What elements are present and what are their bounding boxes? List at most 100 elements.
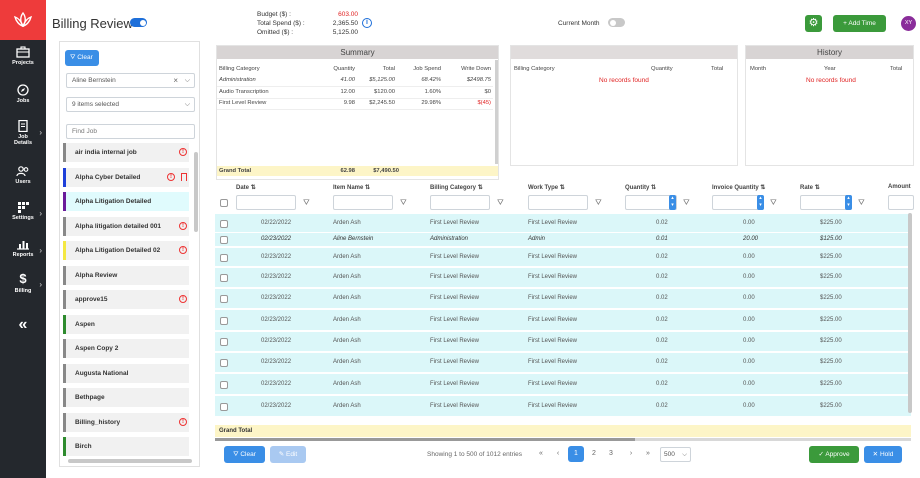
sort-icon[interactable]: ⇅ <box>560 185 565 191</box>
collapse-nav-button[interactable]: « <box>0 316 46 334</box>
job-list-scrollbar[interactable] <box>194 152 198 232</box>
filter-icon[interactable]: ⛛ <box>400 198 407 208</box>
table-row[interactable]: 02/23/2022 Arden Ash First Level Review Fir… <box>215 353 911 373</box>
job-list-item[interactable]: approve15! <box>63 290 189 309</box>
page-size-select[interactable]: 500 ⌵ <box>660 447 691 462</box>
row-checkbox[interactable] <box>220 338 228 346</box>
item-name-filter-input[interactable] <box>333 195 393 210</box>
grid-hscrollbar[interactable] <box>215 438 911 441</box>
grid-scrollbar[interactable] <box>908 213 912 413</box>
prev-page-button[interactable]: ‹ <box>550 446 566 462</box>
nav-billing[interactable]: $ Billing › <box>0 272 46 294</box>
table-row[interactable]: 02/23/2022 Arden Ash First Level Review Fir… <box>215 332 911 352</box>
job-list-hscrollbar[interactable] <box>68 459 192 463</box>
nav-jobs[interactable]: Jobs <box>0 84 46 104</box>
job-list-item[interactable]: Birch <box>63 437 189 456</box>
col-header-invoice-quantity[interactable]: Invoice Quantity ⇅ <box>712 184 765 191</box>
col-header-rate[interactable]: Rate ⇅ <box>800 184 820 191</box>
col-header-quantity[interactable]: Quantity ⇅ <box>625 184 656 191</box>
row-checkbox[interactable] <box>220 253 228 262</box>
page-2-button[interactable]: 2 <box>586 446 602 462</box>
edit-button[interactable]: ✎ Edit <box>270 446 306 463</box>
filter-icon[interactable]: ⛛ <box>683 198 690 208</box>
col-header-item-name[interactable]: Item Name ⇅ <box>333 184 370 191</box>
sort-icon[interactable]: ⇅ <box>365 185 370 191</box>
job-list-item[interactable]: Alpha Litigation Detailed <box>63 192 189 211</box>
col-header-billing-category[interactable]: Billing Category ⇅ <box>430 184 483 191</box>
work-type-filter-input[interactable] <box>528 195 588 210</box>
job-list-item[interactable]: Aspen Copy 2 <box>63 339 189 358</box>
col-header-amount[interactable]: Amount <box>888 184 911 190</box>
col-header-date[interactable]: Date ⇅ <box>236 184 256 191</box>
job-list-item[interactable]: Augusta National <box>63 363 189 383</box>
select-all-checkbox[interactable] <box>220 199 228 207</box>
nav-reports[interactable]: Reports › <box>0 238 46 258</box>
filter-icon[interactable]: ⛛ <box>303 198 310 208</box>
find-job-input[interactable]: Find Job <box>66 124 195 139</box>
row-checkbox[interactable] <box>220 295 228 303</box>
col-header-work-type[interactable]: Work Type ⇅ <box>528 184 565 191</box>
add-time-button[interactable]: + Add Time <box>833 15 886 32</box>
table-row[interactable]: 02/23/2022 Aline Bernstein Administration A… <box>215 233 911 247</box>
job-list-item[interactable]: Bethpage <box>63 388 189 407</box>
nav-users[interactable]: Users <box>0 165 46 185</box>
table-row[interactable]: 02/23/2022 Arden Ash First Level Review Fir… <box>215 248 911 267</box>
avatar[interactable]: XY <box>901 16 916 31</box>
sort-icon[interactable]: ⇅ <box>760 185 765 191</box>
last-page-button[interactable]: » <box>640 446 656 462</box>
current-month-toggle[interactable] <box>608 18 625 27</box>
sort-icon[interactable]: ⇅ <box>251 185 256 191</box>
row-checkbox[interactable] <box>220 402 228 411</box>
table-row[interactable]: 02/23/2022 Arden Ash First Level Review Fir… <box>215 289 911 309</box>
clear-filters-button[interactable]: ⛛ Clear <box>65 50 99 66</box>
job-list-item[interactable]: Alpha Litigation Detailed 02! <box>63 241 189 260</box>
row-checkbox[interactable] <box>220 219 228 228</box>
date-filter-input[interactable] <box>236 195 296 210</box>
billing-review-toggle[interactable] <box>130 18 147 27</box>
row-checkbox[interactable] <box>220 316 228 325</box>
sort-icon[interactable]: ⇅ <box>651 185 656 191</box>
table-row[interactable]: 02/23/2022 Arden Ash First Level Review Fir… <box>215 310 911 331</box>
items-select[interactable]: 9 items selected ⌵ <box>66 97 195 112</box>
next-page-button[interactable]: › <box>623 446 639 462</box>
sort-icon[interactable]: ⇅ <box>478 185 483 191</box>
table-row[interactable]: 02/23/2022 Arden Ash First Level Review Fir… <box>215 268 911 288</box>
row-checkbox[interactable] <box>220 380 228 389</box>
rate-spinner[interactable]: ▴ ▾ <box>845 195 852 210</box>
nav-settings[interactable]: Settings › <box>0 201 46 221</box>
job-list-item[interactable]: Alpha Cyber Detailed! <box>63 167 189 187</box>
bookmark-icon[interactable] <box>181 172 187 181</box>
billing-category-filter-input[interactable] <box>430 195 490 210</box>
job-list-item[interactable]: Alpha litigation detailed 001! <box>63 216 189 236</box>
nav-projects[interactable]: Projects <box>0 46 46 66</box>
hold-button[interactable]: ✕ Hold <box>864 446 902 463</box>
invoice-quantity-spinner[interactable]: ▴ ▾ <box>757 195 764 210</box>
row-checkbox[interactable] <box>220 236 228 244</box>
filter-icon[interactable]: ⛛ <box>595 198 602 208</box>
settings-button[interactable]: ⚙ <box>805 15 822 32</box>
page-3-button[interactable]: 3 <box>603 446 619 462</box>
approve-button[interactable]: ✓ Approve <box>809 446 859 463</box>
summary-scrollbar[interactable] <box>495 60 498 164</box>
nav-job-details[interactable]: Job Details › <box>0 120 46 146</box>
sort-icon[interactable]: ⇅ <box>815 185 820 191</box>
filter-icon[interactable]: ⛛ <box>497 198 504 208</box>
job-list-item[interactable]: Billing_history! <box>63 412 189 432</box>
quantity-spinner[interactable]: ▴ ▾ <box>669 195 676 210</box>
amount-filter-input[interactable] <box>888 195 914 210</box>
app-logo[interactable] <box>0 0 46 40</box>
job-list-item[interactable]: air india internal job! <box>63 143 189 162</box>
table-row[interactable]: 02/23/2022 Arden Ash First Level Review Fir… <box>215 374 911 395</box>
row-checkbox[interactable] <box>220 359 228 367</box>
grid-clear-button[interactable]: ⛛ Clear <box>224 446 265 463</box>
page-1-button[interactable]: 1 <box>568 446 584 462</box>
job-list-item[interactable]: Aspen <box>63 314 189 334</box>
filter-icon[interactable]: ⛛ <box>770 198 777 208</box>
info-icon[interactable]: i <box>362 18 372 28</box>
filter-icon[interactable]: ⛛ <box>858 198 865 208</box>
table-row[interactable]: 02/23/2022 Arden Ash First Level Review Fir… <box>215 396 911 417</box>
user-select[interactable]: Aline Bernstein × ⌵ <box>66 73 195 88</box>
row-checkbox[interactable] <box>220 274 228 282</box>
job-list-item[interactable]: Alpha Review <box>63 265 189 285</box>
first-page-button[interactable]: « <box>533 446 549 462</box>
